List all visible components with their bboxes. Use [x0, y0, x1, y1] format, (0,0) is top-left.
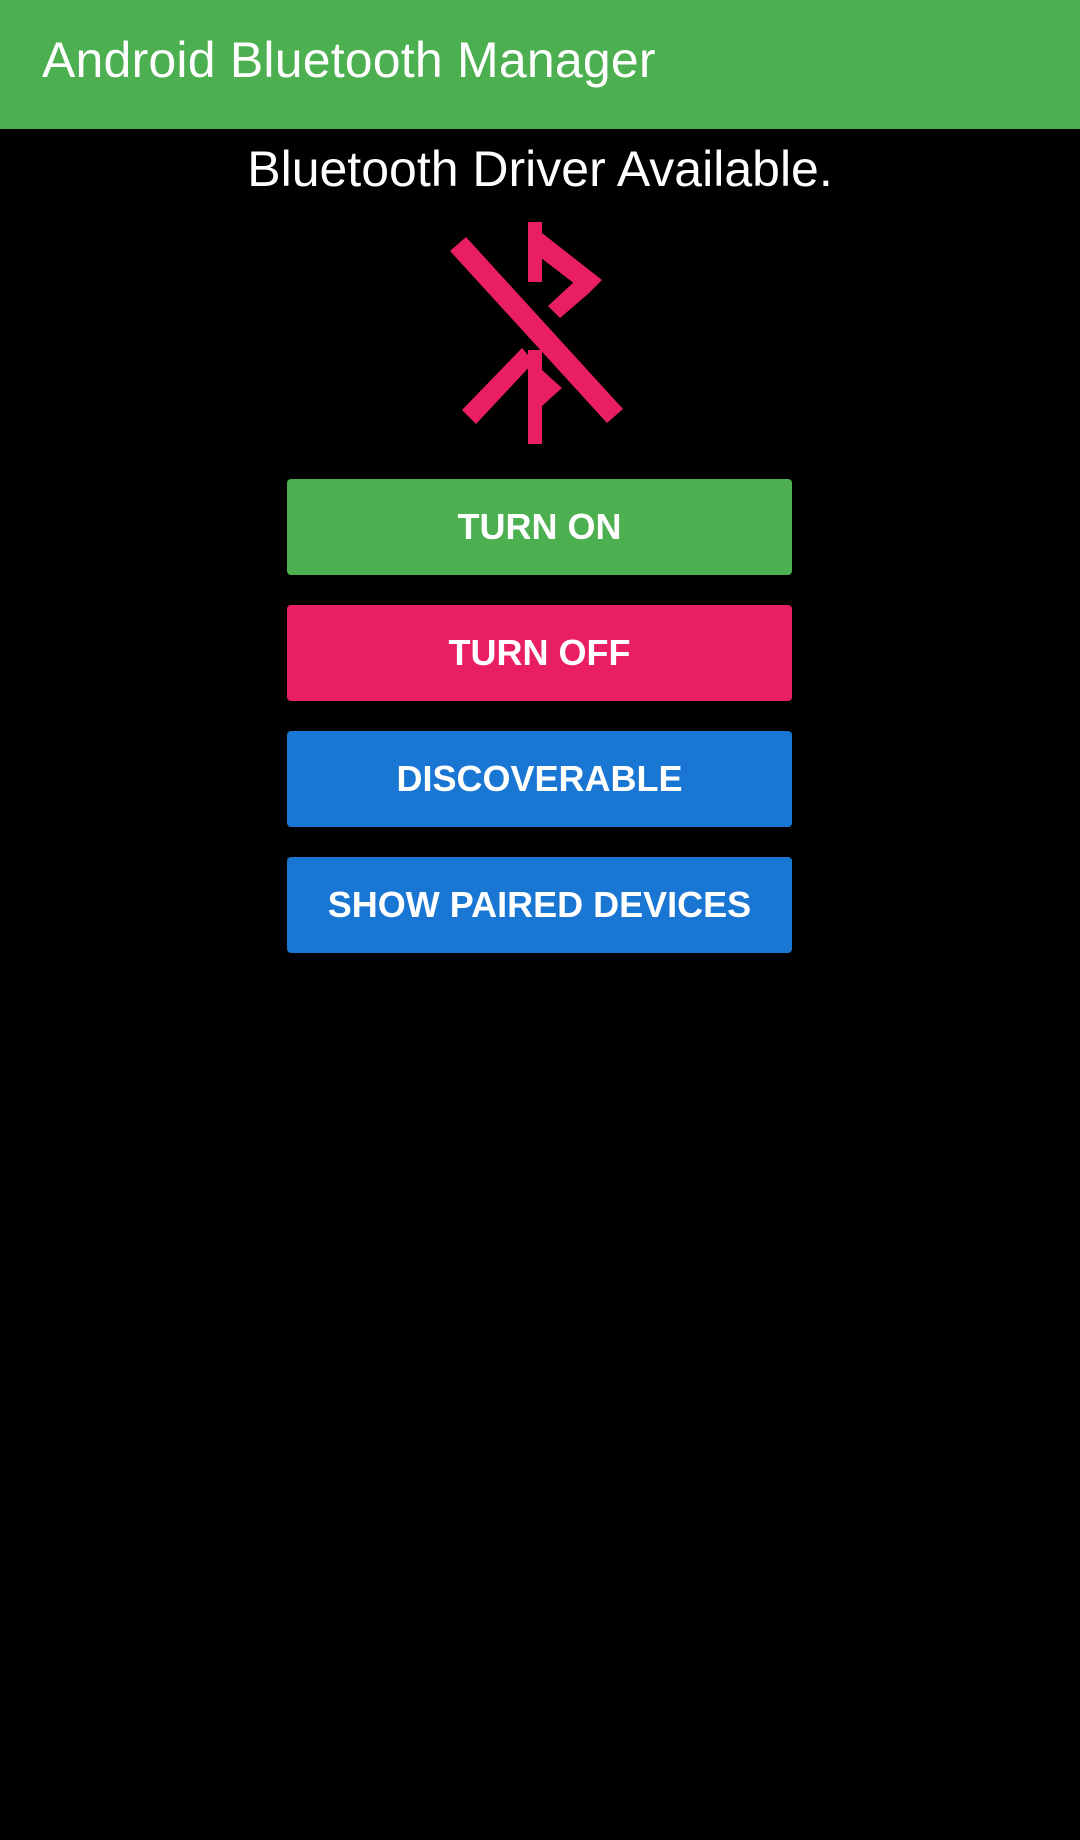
turn-on-button[interactable]: TURN ON — [287, 479, 792, 575]
app-bar: Android Bluetooth Manager — [0, 0, 1080, 129]
show-paired-devices-button[interactable]: SHOW PAIRED DEVICES — [287, 857, 792, 953]
bluetooth-status-text: Bluetooth Driver Available. — [247, 141, 833, 197]
turn-off-button[interactable]: TURN OFF — [287, 605, 792, 701]
bluetooth-disabled-icon — [450, 220, 630, 445]
discoverable-button[interactable]: DISCOVERABLE — [287, 731, 792, 827]
app-title: Android Bluetooth Manager — [42, 32, 656, 88]
